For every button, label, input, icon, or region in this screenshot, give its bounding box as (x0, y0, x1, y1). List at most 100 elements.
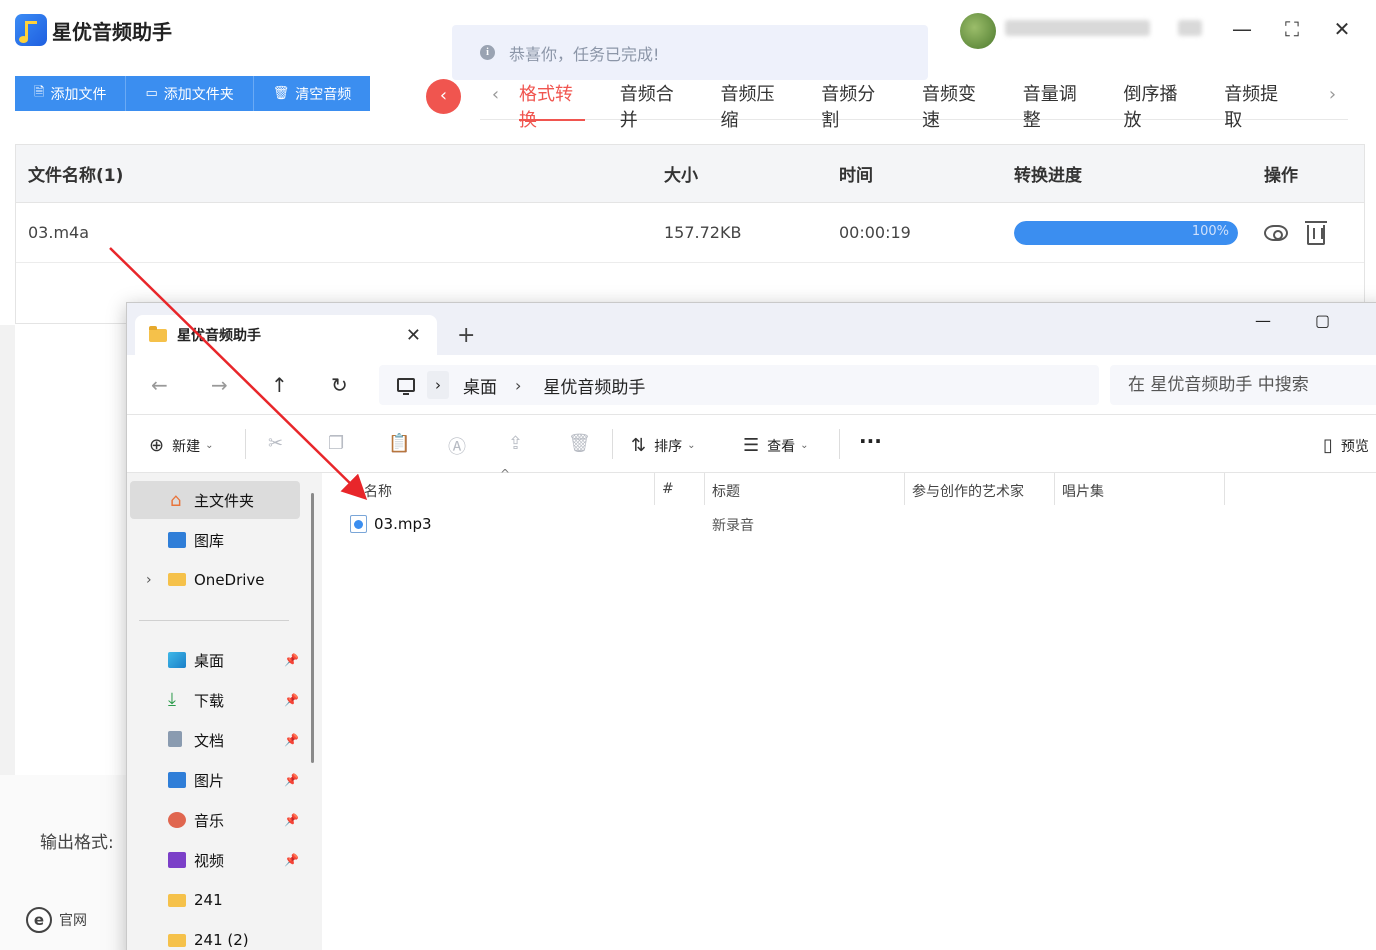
sort-icon: ⇅ (631, 435, 647, 456)
nav-item-downloads[interactable]: ⤓ 下载 📌 (130, 681, 300, 719)
delete-icon[interactable]: 🗑 (568, 433, 591, 454)
tabs-prev-icon[interactable]: ‹ (480, 80, 511, 110)
user-avatar[interactable] (960, 13, 996, 49)
row-size: 157.72KB (664, 223, 742, 242)
maximize-icon[interactable]: ⛶ (1277, 14, 1307, 44)
header-time: 时间 (839, 166, 873, 186)
user-name-blurred (1005, 20, 1150, 36)
explorer-titlebar: 星优音频助手 ✕ + — ▢ (127, 303, 1376, 355)
explorer-maximize-icon[interactable]: ▢ (1315, 311, 1330, 330)
header-filename: 文件名称(1) (28, 166, 124, 186)
pin-icon[interactable]: 📌 (284, 693, 299, 707)
desktop-icon (168, 652, 186, 668)
refresh-icon[interactable]: ↻ (331, 373, 348, 397)
pin-icon[interactable]: 📌 (284, 773, 299, 787)
tab-audio-merge[interactable]: 音频合并 (612, 80, 694, 131)
add-folder-button[interactable]: ▭ 添加文件夹 (126, 76, 254, 111)
nav-item-videos[interactable]: 视频 📌 (130, 841, 300, 879)
trash-icon: 🗑 (272, 86, 290, 101)
header-operations: 操作 (1264, 166, 1298, 186)
plus-circle-icon: ⊕ (149, 435, 165, 456)
breadcrumb-chevron-icon[interactable]: › (427, 371, 449, 399)
back-button[interactable]: ‹ (426, 79, 461, 114)
up-arrow-icon[interactable]: ↑ (271, 373, 288, 397)
file-title: 新录音 (712, 518, 754, 534)
more-options-icon[interactable]: ··· (859, 429, 882, 453)
file-row[interactable]: 03.mp3 (350, 515, 432, 533)
tab-audio-speed[interactable]: 音频变速 (914, 80, 996, 131)
pin-icon[interactable]: 📌 (284, 733, 299, 747)
nav-item-gallery[interactable]: 图库 (130, 521, 300, 559)
website-e-icon: e (26, 907, 52, 933)
nav-item-music[interactable]: 音乐 📌 (130, 801, 300, 839)
column-number[interactable]: # (662, 481, 674, 497)
minimize-icon[interactable]: — (1227, 14, 1257, 44)
nav-item-pictures[interactable]: 图片 📌 (130, 761, 300, 799)
pin-icon[interactable]: 📌 (284, 653, 299, 667)
expand-chevron-icon[interactable]: › (146, 572, 152, 588)
column-artist[interactable]: 参与创作的艺术家 (912, 481, 1024, 501)
view-button[interactable]: ☰ 查看 ⌄ (743, 435, 809, 456)
preview-button[interactable]: ▯ 预览 (1323, 435, 1369, 456)
info-icon: i (480, 45, 495, 60)
nav-scrollbar[interactable] (311, 493, 314, 763)
add-file-button[interactable]: 🗎 添加文件 (15, 76, 127, 111)
nav-item-folder-241[interactable]: 241 (130, 881, 300, 919)
tab-audio-extract[interactable]: 音频提取 (1216, 80, 1298, 131)
breadcrumb-current-folder[interactable]: 星优音频助手 (543, 373, 645, 398)
new-button[interactable]: ⊕ 新建 ⌄ (149, 435, 213, 456)
copy-icon[interactable]: ❐ (328, 433, 344, 454)
website-link[interactable]: e 官网 (26, 907, 87, 933)
clear-audio-button[interactable]: 🗑 清空音频 (253, 76, 371, 111)
nav-item-documents[interactable]: 文档 📌 (130, 721, 300, 759)
paste-icon[interactable]: 📋 (388, 433, 410, 454)
nav-item-home[interactable]: ⌂ 主文件夹 (130, 481, 300, 519)
table-row[interactable]: 03.m4a 157.72KB 00:00:19 100% (16, 203, 1364, 263)
progress-text: 100% (1191, 223, 1229, 239)
column-album[interactable]: 唱片集 (1062, 481, 1104, 501)
file-icon: 🗎 (34, 84, 45, 100)
share-icon[interactable]: ⇪ (508, 433, 523, 454)
delete-trash-icon[interactable] (1305, 220, 1328, 245)
new-tab-plus-icon[interactable]: + (457, 323, 475, 348)
view-list-icon: ☰ (743, 435, 760, 456)
pin-icon[interactable]: 📌 (284, 813, 299, 827)
folder-icon (168, 934, 186, 947)
column-title[interactable]: 标题 (712, 481, 740, 501)
user-menu-blurred[interactable] (1178, 20, 1202, 36)
explorer-minimize-icon[interactable]: — (1255, 311, 1271, 330)
nav-item-folder-241-2[interactable]: 241 (2) (130, 921, 300, 950)
nav-item-onedrive[interactable]: › OneDrive (130, 561, 300, 599)
divider (839, 429, 840, 459)
app-left-strip (0, 325, 15, 775)
tab-volume-adjust[interactable]: 音量调整 (1015, 80, 1097, 131)
close-tab-icon[interactable]: ✕ (406, 325, 421, 346)
breadcrumb[interactable]: › 桌面 › 星优音频助手 (379, 365, 1099, 405)
explorer-tab[interactable]: 星优音频助手 ✕ (135, 315, 437, 355)
folder-icon (149, 325, 167, 342)
chevron-down-icon: ⌄ (687, 440, 696, 451)
breadcrumb-separator-icon: › (515, 375, 522, 395)
tab-format-convert[interactable]: 格式转换 (511, 80, 593, 131)
sort-button[interactable]: ⇅ 排序 ⌄ (631, 435, 695, 456)
tab-audio-split[interactable]: 音频分割 (813, 80, 895, 131)
home-icon: ⌂ (170, 490, 182, 511)
preview-eye-icon[interactable] (1264, 224, 1288, 241)
close-icon[interactable]: ✕ (1327, 14, 1357, 44)
pin-icon[interactable]: 📌 (284, 853, 299, 867)
folder-icon (168, 894, 186, 907)
search-input[interactable]: 在 星优音频助手 中搜索 (1110, 365, 1376, 405)
cut-icon[interactable]: ✂ (268, 433, 283, 454)
breadcrumb-desktop[interactable]: 桌面 (463, 373, 497, 398)
tab-audio-compress[interactable]: 音频压缩 (713, 80, 795, 131)
divider (245, 429, 246, 459)
chevron-down-icon: ⌄ (205, 440, 214, 451)
rename-icon[interactable]: Ⓐ (448, 433, 466, 459)
nav-item-desktop[interactable]: 桌面 📌 (130, 641, 300, 679)
output-format-label: 输出格式: (40, 833, 114, 853)
tab-reverse-play[interactable]: 倒序播放 (1115, 80, 1197, 131)
back-arrow-icon[interactable]: ← (151, 373, 168, 397)
tabs-next-icon[interactable]: › (1317, 80, 1348, 110)
forward-arrow-icon[interactable]: → (211, 373, 228, 397)
column-name[interactable]: 名称 (364, 481, 392, 501)
